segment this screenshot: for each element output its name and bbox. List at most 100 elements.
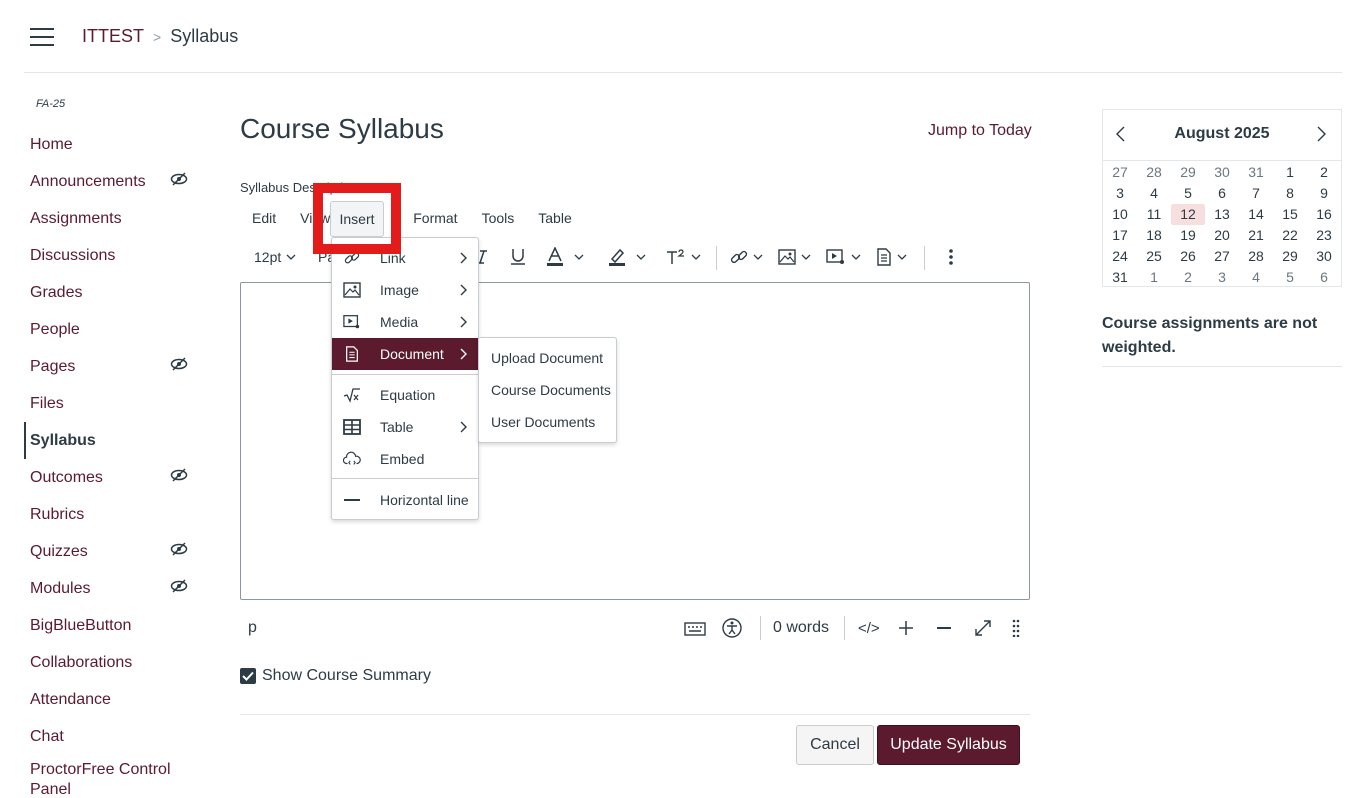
link-button[interactable] [730, 242, 763, 272]
calendar-day[interactable]: 10 [1103, 204, 1137, 225]
sidebar-item-chat[interactable]: Chat [24, 718, 204, 755]
calendar-day[interactable]: 29 [1273, 246, 1307, 267]
calendar-day[interactable]: 29 [1171, 162, 1205, 183]
calendar-day[interactable]: 4 [1137, 183, 1171, 204]
calendar-day[interactable]: 3 [1103, 183, 1137, 204]
chevron-right-icon[interactable] [1317, 126, 1327, 142]
calendar-day[interactable]: 30 [1205, 162, 1239, 183]
cancel-button[interactable]: Cancel [796, 725, 874, 765]
sidebar-item-bigbluebutton[interactable]: BigBlueButton [24, 607, 204, 644]
calendar-day[interactable]: 20 [1205, 225, 1239, 246]
calendar-day[interactable]: 2 [1171, 267, 1205, 288]
keyboard-shortcuts-button[interactable] [684, 616, 706, 640]
media-button[interactable] [826, 242, 861, 272]
calendar-day[interactable]: 3 [1205, 267, 1239, 288]
image-button[interactable] [778, 242, 811, 272]
sidebar-item-grades[interactable]: Grades [24, 274, 204, 311]
highlight-color-button[interactable] [608, 242, 646, 272]
sidebar-item-outcomes[interactable]: Outcomes [24, 459, 204, 496]
calendar-day[interactable]: 25 [1137, 246, 1171, 267]
calendar-day[interactable]: 1 [1273, 162, 1307, 183]
menu-table[interactable]: Table [526, 206, 583, 230]
calendar-day[interactable]: 28 [1137, 162, 1171, 183]
show-course-summary-checkbox[interactable] [240, 668, 256, 684]
sidebar-item-people[interactable]: People [24, 311, 204, 348]
jump-to-today-link[interactable]: Jump to Today [928, 122, 1032, 140]
insert-menu-equation[interactable]: Equation [332, 379, 478, 411]
superscript-button[interactable] [666, 242, 701, 272]
insert-menu-document[interactable]: Document [332, 338, 478, 370]
sidebar-item-announcements[interactable]: Announcements [24, 163, 204, 200]
submenu-course-documents[interactable]: Course Documents [491, 382, 611, 398]
calendar-day[interactable]: 9 [1307, 183, 1341, 204]
underline-button[interactable] [510, 242, 526, 272]
calendar-day[interactable]: 11 [1137, 204, 1171, 225]
element-path[interactable]: p [248, 616, 257, 640]
sidebar-item-discussions[interactable]: Discussions [24, 237, 204, 274]
sidebar-item-collaborations[interactable]: Collaborations [24, 644, 204, 681]
accessibility-checker-button[interactable] [722, 616, 742, 640]
calendar-day[interactable]: 6 [1307, 267, 1341, 288]
calendar-day[interactable]: 31 [1239, 162, 1273, 183]
hamburger-menu-icon[interactable] [30, 28, 54, 48]
menu-format[interactable]: Format [401, 206, 469, 230]
menu-tools[interactable]: Tools [470, 206, 527, 230]
sidebar-item-rubrics[interactable]: Rubrics [24, 496, 204, 533]
calendar-day[interactable]: 23 [1307, 225, 1341, 246]
calendar-day[interactable]: 13 [1205, 204, 1239, 225]
breadcrumb-course-link[interactable]: ITTEST [82, 26, 144, 47]
text-color-button[interactable] [546, 242, 584, 272]
sidebar-item-modules[interactable]: Modules [24, 570, 204, 607]
calendar-day[interactable]: 30 [1307, 246, 1341, 267]
calendar-day[interactable]: 24 [1103, 246, 1137, 267]
insert-menu-embed[interactable]: Embed [332, 443, 478, 475]
font-size-select[interactable]: 12pt [254, 242, 296, 272]
calendar-day[interactable]: 28 [1239, 246, 1273, 267]
document-button[interactable] [876, 242, 907, 272]
fullscreen-button[interactable] [974, 616, 992, 640]
show-course-summary-label[interactable]: Show Course Summary [262, 667, 431, 685]
submenu-upload-document[interactable]: Upload Document [491, 350, 603, 366]
calendar-day[interactable]: 4 [1239, 267, 1273, 288]
calendar-day[interactable]: 16 [1307, 204, 1341, 225]
submenu-user-documents[interactable]: User Documents [491, 414, 595, 430]
sidebar-item-attendance[interactable]: Attendance [24, 681, 204, 718]
sidebar-item-files[interactable]: Files [24, 385, 204, 422]
zoom-in-button[interactable] [898, 616, 914, 640]
calendar-day[interactable]: 14 [1239, 204, 1273, 225]
calendar-day[interactable]: 22 [1273, 225, 1307, 246]
insert-menu-table[interactable]: Table [332, 411, 478, 443]
calendar-day[interactable]: 21 [1239, 225, 1273, 246]
calendar-day-today[interactable]: 12 [1171, 204, 1205, 225]
calendar-day[interactable]: 31 [1103, 267, 1137, 288]
sidebar-item-pages[interactable]: Pages [24, 348, 204, 385]
sidebar-item-quizzes[interactable]: Quizzes [24, 533, 204, 570]
calendar-day[interactable]: 18 [1137, 225, 1171, 246]
calendar-day[interactable]: 27 [1103, 162, 1137, 183]
calendar-day[interactable]: 15 [1273, 204, 1307, 225]
calendar-day[interactable]: 8 [1273, 183, 1307, 204]
calendar-day[interactable]: 7 [1239, 183, 1273, 204]
sidebar-item-syllabus[interactable]: Syllabus [24, 422, 204, 459]
word-count[interactable]: 0 words [773, 616, 829, 640]
resize-handle[interactable] [1012, 616, 1020, 640]
insert-menu-horizontal-line[interactable]: Horizontal line [332, 484, 478, 516]
calendar-day[interactable]: 27 [1205, 246, 1239, 267]
insert-menu-image[interactable]: Image [332, 274, 478, 306]
zoom-out-button[interactable] [936, 616, 952, 640]
calendar-day[interactable]: 19 [1171, 225, 1205, 246]
menu-edit[interactable]: Edit [240, 206, 288, 230]
calendar-day[interactable]: 1 [1137, 267, 1171, 288]
calendar-day[interactable]: 17 [1103, 225, 1137, 246]
sidebar-item-assignments[interactable]: Assignments [24, 200, 204, 237]
calendar-day[interactable]: 5 [1273, 267, 1307, 288]
calendar-day[interactable]: 6 [1205, 183, 1239, 204]
more-options-button[interactable] [948, 242, 954, 272]
calendar-day[interactable]: 2 [1307, 162, 1341, 183]
insert-menu-media[interactable]: Media [332, 306, 478, 338]
calendar-day[interactable]: 5 [1171, 183, 1205, 204]
calendar-day[interactable]: 26 [1171, 246, 1205, 267]
html-editor-toggle[interactable]: </> [858, 616, 880, 640]
update-syllabus-button[interactable]: Update Syllabus [877, 725, 1020, 765]
sidebar-item-home[interactable]: Home [24, 126, 204, 163]
